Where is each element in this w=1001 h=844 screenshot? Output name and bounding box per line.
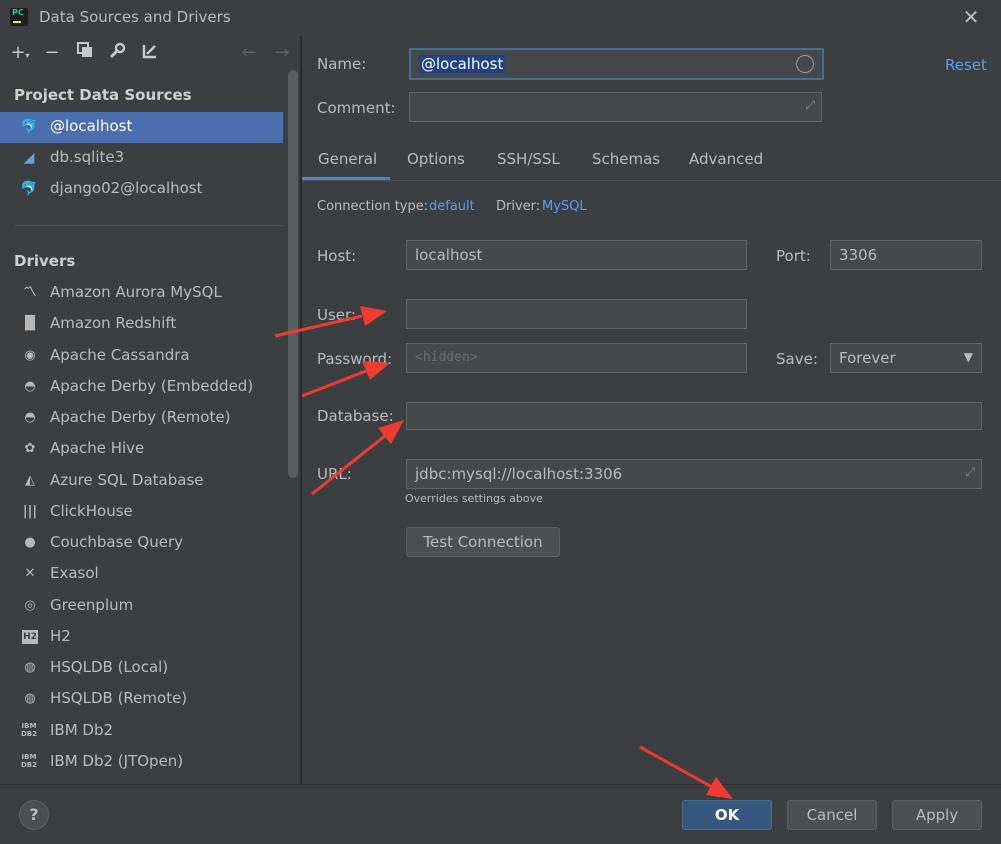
- reset-link[interactable]: Reset: [945, 56, 987, 74]
- database-label: Database:: [317, 407, 394, 425]
- forward-arrow-icon[interactable]: →: [271, 42, 293, 63]
- driver-item[interactable]: ◍ HSQLDB (Remote): [0, 684, 283, 715]
- comment-field[interactable]: ⤢: [409, 92, 822, 122]
- panel-divider[interactable]: [300, 36, 302, 784]
- ok-button[interactable]: OK: [682, 800, 772, 830]
- tab-options[interactable]: Options: [407, 150, 465, 168]
- hive-icon: ✿: [24, 441, 36, 456]
- mysql-icon: 🐬: [20, 181, 38, 197]
- port-field[interactable]: 3306: [830, 240, 982, 270]
- ibm-db2-icon: IBM DB2: [20, 722, 38, 738]
- expand-icon[interactable]: ⤢: [965, 465, 975, 480]
- derby-icon: ◓: [24, 379, 36, 394]
- user-label: User:: [317, 306, 356, 324]
- name-field[interactable]: @localhost: [409, 48, 824, 80]
- h2-icon: H2: [22, 630, 38, 644]
- data-source-item[interactable]: 🐬 @localhost: [0, 112, 283, 143]
- url-hint: Overrides settings above: [405, 492, 543, 505]
- duplicate-icon[interactable]: [74, 42, 96, 63]
- tab-general[interactable]: General: [318, 150, 377, 168]
- exasol-icon: ✕: [24, 566, 36, 581]
- cancel-button[interactable]: Cancel: [787, 800, 877, 830]
- driver-item[interactable]: ✿ Apache Hive: [0, 434, 283, 465]
- data-source-item[interactable]: 🐬 django02@localhost: [0, 174, 283, 205]
- mysql-icon: 🐬: [20, 119, 38, 135]
- drivers-heading: Drivers: [14, 252, 76, 270]
- cassandra-icon: ◉: [24, 348, 36, 363]
- url-field[interactable]: jdbc:mysql://localhost:3306 ⤢: [406, 459, 982, 489]
- sqlite-icon: ◢: [23, 150, 35, 166]
- project-data-sources-heading: Project Data Sources: [14, 86, 192, 104]
- comment-label: Comment:: [317, 99, 396, 117]
- color-picker-icon[interactable]: [796, 55, 814, 73]
- azure-icon: ◭: [25, 473, 35, 488]
- driver-item[interactable]: ◓ Apache Derby (Embedded): [0, 372, 283, 403]
- chevron-down-icon: ▼: [963, 350, 973, 364]
- active-tab-indicator: [302, 177, 390, 180]
- clickhouse-icon: |||: [22, 504, 38, 519]
- close-icon[interactable]: ✕: [958, 4, 984, 30]
- password-field[interactable]: <hidden>: [406, 343, 747, 373]
- driver-item[interactable]: ||| ClickHouse: [0, 497, 283, 528]
- couchbase-icon: ●: [24, 535, 36, 550]
- apply-button[interactable]: Apply: [892, 800, 982, 830]
- wrench-icon[interactable]: [106, 42, 128, 65]
- host-label: Host:: [317, 247, 357, 265]
- save-select[interactable]: Forever ▼: [830, 343, 982, 373]
- hsqldb-icon: ◍: [24, 691, 36, 706]
- derby-icon: ◓: [24, 410, 36, 425]
- back-arrow-icon[interactable]: ←: [238, 42, 260, 63]
- data-source-item[interactable]: ◢ db.sqlite3: [0, 143, 283, 174]
- driver-item[interactable]: ◓ Apache Derby (Remote): [0, 403, 283, 434]
- port-label: Port:: [776, 247, 811, 265]
- connection-type-link[interactable]: default: [429, 199, 475, 214]
- driver-item[interactable]: H2 H2: [0, 622, 283, 653]
- name-label: Name:: [317, 55, 367, 73]
- tabs-underline: [302, 180, 1001, 181]
- tab-ssh-ssl[interactable]: SSH/SSL: [497, 150, 560, 168]
- driver-item[interactable]: IBM DB2 IBM Db2 (JTOpen): [0, 747, 283, 778]
- host-field[interactable]: localhost: [406, 240, 747, 270]
- pycharm-app-icon: PC: [10, 8, 28, 26]
- driver-item[interactable]: ◭ Azure SQL Database: [0, 466, 283, 497]
- tab-schemas[interactable]: Schemas: [592, 150, 660, 168]
- password-label: Password:: [317, 350, 393, 368]
- sidebar-scrollbar[interactable]: [288, 70, 298, 478]
- section-divider: [14, 225, 284, 226]
- driver-item[interactable]: IBM DB2 IBM Db2: [0, 716, 283, 747]
- help-button[interactable]: ?: [19, 800, 49, 830]
- tab-advanced[interactable]: Advanced: [689, 150, 763, 168]
- url-label: URL:: [317, 465, 352, 483]
- greenplum-icon: ◎: [24, 598, 36, 613]
- aurora-icon: 〽: [23, 285, 37, 300]
- driver-item[interactable]: ▐▌ Amazon Redshift: [0, 309, 283, 340]
- expand-icon[interactable]: ⤢: [805, 98, 815, 113]
- driver-item[interactable]: ● Couchbase Query: [0, 528, 283, 559]
- window-title: Data Sources and Drivers: [39, 8, 231, 26]
- import-icon[interactable]: [139, 42, 161, 65]
- hsqldb-icon: ◍: [24, 660, 36, 675]
- redshift-icon: ▐▌: [20, 316, 40, 331]
- user-field[interactable]: [406, 299, 747, 329]
- remove-icon[interactable]: −: [41, 42, 63, 63]
- driver-link[interactable]: MySQL: [542, 199, 587, 214]
- database-field[interactable]: [406, 402, 982, 430]
- test-connection-button[interactable]: Test Connection: [406, 527, 560, 557]
- driver-item[interactable]: ✕ Exasol: [0, 559, 283, 590]
- driver-item[interactable]: 〽 Amazon Aurora MySQL: [0, 278, 283, 309]
- save-label: Save:: [776, 350, 818, 368]
- add-icon[interactable]: +▾: [9, 42, 31, 63]
- driver-item[interactable]: ◎ Greenplum: [0, 591, 283, 622]
- connection-type-label: Connection type:: [317, 199, 429, 214]
- driver-item[interactable]: ◉ Apache Cassandra: [0, 341, 283, 372]
- ibm-db2-icon: IBM DB2: [20, 753, 38, 769]
- driver-label: Driver:: [496, 199, 541, 214]
- driver-item[interactable]: ◍ HSQLDB (Local): [0, 653, 283, 684]
